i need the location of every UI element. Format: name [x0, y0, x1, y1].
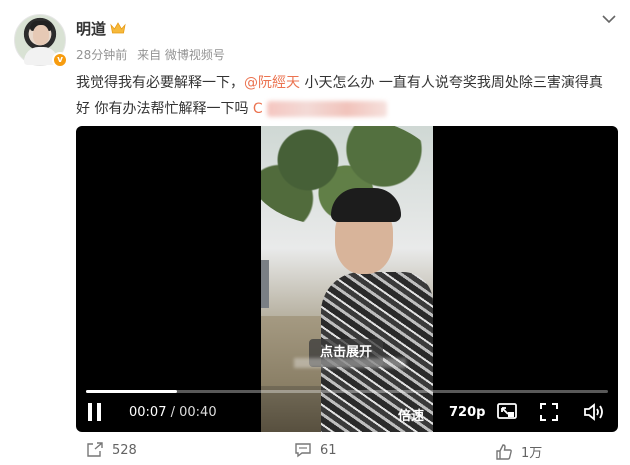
- time-display: 00:07 / 00:40: [129, 405, 217, 420]
- pip-icon[interactable]: [497, 403, 517, 421]
- weibo-post: v 明道 28分钟前 来自 微博视频号 我觉得我有必要解释一下，@阮經天 小天怎…: [0, 0, 630, 465]
- blurred-link[interactable]: [267, 101, 388, 117]
- comment-count: 61: [320, 442, 337, 458]
- fullscreen-icon[interactable]: [540, 403, 558, 421]
- pause-icon[interactable]: [86, 402, 104, 422]
- video-frame: [261, 126, 433, 432]
- like-count: 1万: [521, 446, 543, 461]
- current-time: 00:07: [129, 405, 167, 420]
- comment-icon: [295, 443, 311, 458]
- avatar-face: [33, 25, 49, 45]
- post-source[interactable]: 来自 微博视频号: [137, 48, 225, 62]
- video-person: [321, 188, 433, 432]
- progress-fill: [86, 390, 178, 393]
- total-time: 00:40: [179, 405, 217, 420]
- video-building: [261, 260, 269, 308]
- like-button[interactable]: 1万: [495, 442, 542, 461]
- post-time[interactable]: 28分钟前: [76, 48, 127, 62]
- speed-button[interactable]: 倍速: [398, 405, 424, 424]
- progress-bar[interactable]: [86, 390, 608, 393]
- comment-button[interactable]: 61: [294, 442, 337, 458]
- person-hair: [331, 188, 401, 222]
- subtitle-blur: [294, 358, 406, 368]
- post-text: 我觉得我有必要解释一下，@阮經天 小天怎么办 一直有人说夸奖我周处除三害演得真好…: [76, 70, 616, 122]
- repost-icon: [87, 442, 103, 457]
- video-controls: 00:07 / 00:40 倍速 720p: [76, 398, 618, 428]
- like-icon: [496, 443, 512, 460]
- post-link-prefix[interactable]: C: [253, 101, 263, 117]
- repost-button[interactable]: 528: [86, 442, 137, 458]
- post-text-part1: 我觉得我有必要解释一下，: [76, 75, 244, 91]
- repost-count: 528: [112, 442, 137, 458]
- post-meta: 28分钟前 来自 微博视频号: [76, 46, 231, 63]
- volume-icon[interactable]: [583, 403, 605, 421]
- username[interactable]: 明道: [76, 18, 106, 39]
- quality-button[interactable]: 720p: [449, 405, 485, 420]
- video-player[interactable]: 点击展开 00:07 / 00:40 倍速 720p: [76, 126, 618, 432]
- crown-icon: [110, 22, 126, 34]
- verified-badge: v: [52, 52, 68, 68]
- chevron-down-icon[interactable]: [602, 14, 616, 24]
- mention-link[interactable]: @阮經天: [244, 75, 300, 91]
- time-separator: /: [166, 405, 180, 420]
- action-bar: 528 61 1万: [0, 436, 630, 465]
